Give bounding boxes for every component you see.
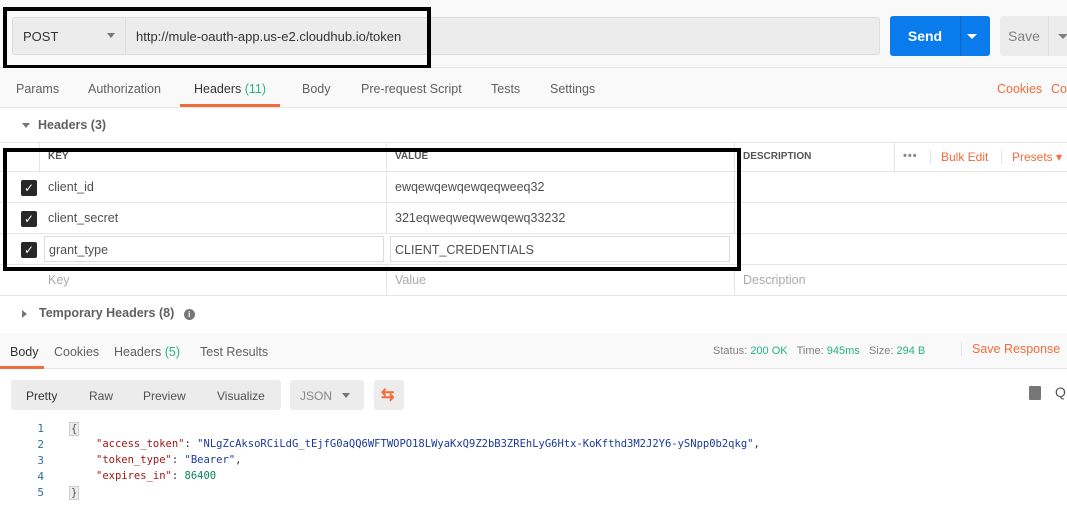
json-string: "NLgZcAksoRCiLdG_tEjfG0aQQ6WFTWOPO18LWya… (197, 438, 754, 450)
save-response-button[interactable]: Save Response (961, 342, 1060, 356)
save-label: Save (1008, 28, 1040, 44)
active-tab-indicator (0, 366, 44, 369)
caret-down-icon (22, 123, 30, 132)
json-string: "Bearer" (184, 454, 236, 466)
tab-test-results[interactable]: Test Results (200, 345, 268, 359)
cookies-link[interactable]: Cookies (997, 82, 1042, 96)
bulk-edit-button[interactable]: Bulk Edit (930, 150, 988, 164)
wrap-icon: ⇆ (381, 387, 395, 404)
view-raw[interactable]: Raw (89, 389, 113, 403)
request-tabs: Params Authorization Headers (11) Body P… (0, 68, 1067, 108)
format-label: JSON (300, 389, 333, 403)
divider (1048, 16, 1049, 56)
temporary-headers-toggle[interactable]: Temporary Headers (8) i (22, 306, 195, 320)
chevron-down-icon (342, 393, 350, 402)
description-placeholder[interactable]: Description (735, 265, 895, 295)
tab-count: (5) (164, 345, 181, 359)
annotation-box (3, 7, 431, 69)
status-label: Status: (713, 345, 748, 357)
code-line: "access_token": "NLgZcAksoRCiLdG_tEjfG0a… (96, 438, 760, 450)
divider (960, 16, 961, 56)
search-icon[interactable]: Q (1055, 384, 1066, 400)
line-number: 2 (37, 438, 44, 451)
format-select[interactable]: JSON (290, 380, 364, 410)
tab-count: (11) (244, 82, 267, 96)
tab-params[interactable]: Params (16, 82, 59, 96)
line-number: 5 (37, 486, 44, 499)
view-preview[interactable]: Preview (143, 389, 186, 403)
size-value: 294 B (896, 345, 926, 357)
tab-settings[interactable]: Settings (550, 82, 595, 96)
code-link[interactable]: Code (1051, 82, 1067, 96)
tab-pre-request-script[interactable]: Pre-request Script (361, 82, 462, 96)
time-label: Time: (796, 345, 824, 357)
tab-authorization[interactable]: Authorization (88, 82, 161, 96)
chevron-down-icon[interactable] (967, 34, 977, 44)
headers-section-toggle[interactable]: Headers (3) (22, 118, 106, 132)
wrap-lines-button[interactable]: ⇆ (374, 380, 404, 410)
tab-headers[interactable]: Headers (11) (194, 82, 266, 96)
tab-response-cookies[interactable]: Cookies (54, 345, 99, 359)
chevron-down-icon[interactable] (1058, 34, 1067, 44)
section-title: Temporary Headers (8) (39, 306, 175, 320)
active-tab-indicator (180, 104, 280, 107)
tab-label: Headers (114, 345, 162, 359)
line-number: 4 (37, 470, 44, 483)
tab-label: Headers (194, 82, 242, 96)
code-line: "token_type": "Bearer", (96, 454, 242, 466)
json-key: "expires_in" (96, 470, 172, 482)
tab-response-body[interactable]: Body (10, 345, 39, 359)
line-number: 1 (37, 422, 44, 435)
response-body-editor[interactable]: 1 2 3 4 5 { "access_token": "NLgZcAksoRC… (0, 420, 1067, 505)
save-button[interactable]: Save (1000, 16, 1067, 56)
annotation-box (3, 148, 741, 271)
time-value: 945ms (826, 345, 860, 357)
status-info: Status: 200 OK Time: 945ms Size: 294 B (713, 345, 925, 357)
json-key: "token_type" (96, 454, 172, 466)
brace-open: { (69, 422, 80, 436)
copy-icon[interactable] (1029, 386, 1041, 400)
code-line: "expires_in": 86400 (96, 470, 217, 482)
json-number: 86400 (184, 470, 217, 482)
section-title: Headers (3) (38, 118, 107, 132)
view-visualize[interactable]: Visualize (217, 389, 265, 403)
presets-button[interactable]: Presets ▾ (1001, 150, 1062, 164)
col-description: DESCRIPTION (735, 143, 895, 173)
response-tabs: Body Cookies Headers (5) Test Results St… (0, 333, 1067, 369)
line-number: 3 (37, 454, 44, 467)
send-label: Send (907, 28, 943, 44)
size-label: Size: (868, 345, 894, 357)
status-value: 200 OK (750, 345, 788, 357)
view-mode-group: Pretty Raw Preview Visualize (11, 380, 281, 410)
tab-response-headers[interactable]: Headers (5) (114, 345, 180, 359)
tab-body[interactable]: Body (302, 82, 331, 96)
json-key: "access_token" (96, 438, 185, 450)
brace-close: } (69, 486, 80, 500)
presets-label: Presets (1012, 150, 1053, 164)
info-icon[interactable]: i (183, 309, 195, 320)
more-icon[interactable]: ••• (903, 150, 918, 162)
send-button[interactable]: Send (890, 16, 990, 56)
tab-tests[interactable]: Tests (491, 82, 520, 96)
caret-right-icon (22, 309, 31, 318)
view-pretty[interactable]: Pretty (26, 389, 57, 403)
